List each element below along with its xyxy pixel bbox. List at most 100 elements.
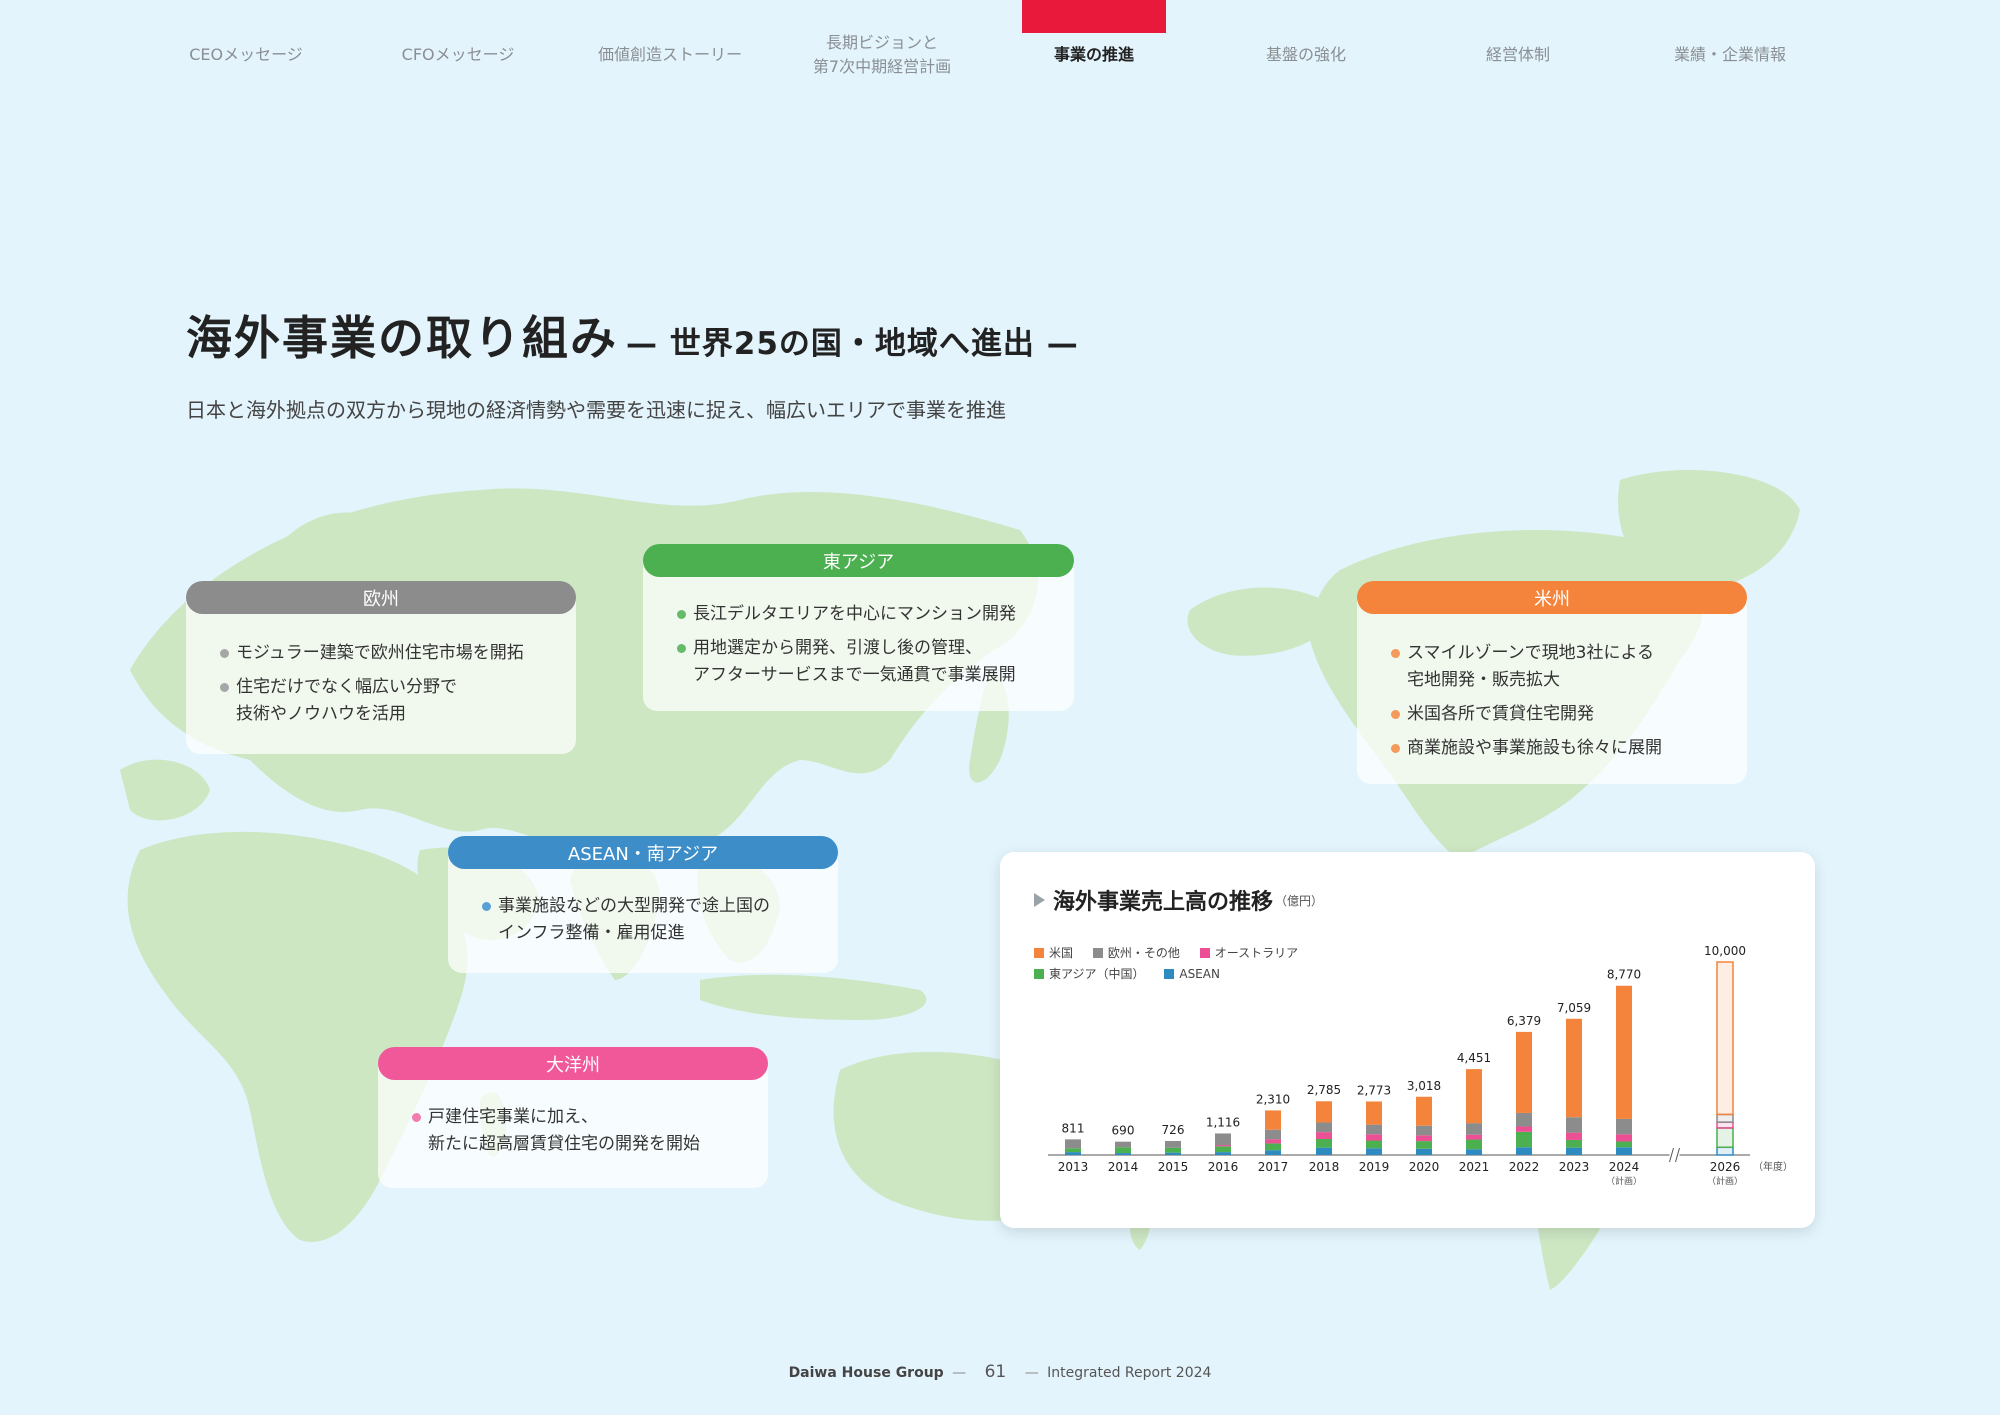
region-card-east-asia-title: 東アジア (643, 544, 1074, 577)
bar-segment (1566, 1117, 1582, 1133)
region-card-usa-title: 米州 (1357, 581, 1747, 614)
bar-segment (1165, 1147, 1181, 1153)
region-bullet-text: 用地選定から開発、引渡し後の管理、 アフターサービスまで一気通貫で事業展開 (693, 638, 1016, 685)
bar-segment (1115, 1153, 1131, 1155)
region-bullet: スマイルゾーンで現地3社による 宅地開発・販売拡大 (1391, 640, 1717, 694)
bar-segment (1316, 1122, 1332, 1133)
bar-total-label: 2,785 (1307, 1083, 1341, 1097)
footer-separator: — (952, 1365, 967, 1381)
bar-segment (1316, 1138, 1332, 1148)
bar-segment (1716, 1113, 1734, 1123)
bar-segment (1215, 1145, 1231, 1147)
bullet-dot-icon (220, 683, 229, 692)
nav-item-long-term-vision[interactable]: 長期ビジョンと 第7次中期経営計画 (776, 0, 988, 110)
region-card-usa: 米州 スマイルゾーンで現地3社による 宅地開発・販売拡大 米国各所で賃貸住宅開発… (1357, 581, 1747, 784)
x-tick-label: 2016 (1208, 1160, 1239, 1174)
nav-item-ceo-message[interactable]: CEOメッセージ (140, 0, 352, 110)
bar-segment (1316, 1147, 1332, 1155)
bar-total-label: 7,059 (1557, 1001, 1591, 1015)
bar-segment (1366, 1124, 1382, 1135)
x-tick-note: （計画） (1606, 1175, 1642, 1187)
bar-total-label: 4,451 (1457, 1051, 1491, 1065)
bar-segment (1416, 1141, 1432, 1149)
region-card-asean-title: ASEAN・南アジア (448, 836, 838, 869)
region-bullet-text: 米国各所で賃貸住宅開発 (1407, 704, 1594, 724)
region-card-asean-body: 事業施設などの大型開発で途上国の インフラ整備・雇用促進 (448, 853, 838, 973)
nav-item-cfo-message[interactable]: CFOメッセージ (352, 0, 564, 110)
x-axis-label: （年度） (1753, 1160, 1793, 1173)
footer-page-number: 61 (984, 1362, 1007, 1382)
footer-report-name: Integrated Report 2024 (1047, 1365, 1212, 1381)
region-bullet: 長江デルタエリアを中心にマンション開発 (677, 601, 1044, 628)
bar-segment (1616, 1141, 1632, 1148)
region-card-europe-title: 欧州 (186, 581, 576, 614)
bar-total-label: 3,018 (1407, 1079, 1441, 1093)
bar-segment (1265, 1129, 1281, 1140)
region-bullet: 商業施設や事業施設も徐々に展開 (1391, 735, 1717, 762)
bar-segment (1265, 1143, 1281, 1151)
nav-item-label: 事業の推進 (1053, 45, 1134, 64)
bar-segment (1716, 1121, 1734, 1129)
bar-segment (1416, 1135, 1432, 1142)
x-tick-label: 2020 (1409, 1160, 1440, 1174)
region-bullet: 米国各所で賃貸住宅開発 (1391, 701, 1717, 728)
bullet-dot-icon (677, 644, 686, 653)
bar-segment (1516, 1147, 1532, 1155)
bar-total-label: 811 (1062, 1121, 1085, 1135)
region-bullet-text: 戸建住宅事業に加え、 新たに超高層賃貸住宅の開発を開始 (428, 1107, 700, 1154)
nav-active-marker (1022, 0, 1166, 33)
region-bullet-text: スマイルゾーンで現地3社による 宅地開発・販売拡大 (1407, 643, 1654, 690)
bar-segment (1115, 1147, 1131, 1154)
bar-total-label: 2,773 (1357, 1083, 1391, 1097)
nav-item-performance-info[interactable]: 業績・企業情報 (1624, 0, 1836, 110)
page-title-main: 海外事業の取り組み (186, 311, 618, 365)
bar-total-label: 6,379 (1507, 1014, 1541, 1028)
bar-total-label: 1,116 (1206, 1115, 1240, 1129)
bar-segment (1366, 1148, 1382, 1155)
region-bullet: 戸建住宅事業に加え、 新たに超高層賃貸住宅の開発を開始 (412, 1104, 738, 1158)
nav-item-foundation[interactable]: 基盤の強化 (1200, 0, 1412, 110)
x-tick-label: 2018 (1309, 1160, 1340, 1174)
region-card-oceania-body: 戸建住宅事業に加え、 新たに超高層賃貸住宅の開発を開始 (378, 1064, 768, 1188)
bar-segment (1065, 1148, 1081, 1153)
bar-total-label: 2,310 (1256, 1092, 1290, 1106)
region-card-east-asia-body: 長江デルタエリアを中心にマンション開発 用地選定から開発、引渡し後の管理、 アフ… (643, 561, 1074, 711)
region-bullet-text: モジュラー建築で欧州住宅市場を開拓 (236, 643, 524, 663)
region-bullet: 事業施設などの大型開発で途上国の インフラ整備・雇用促進 (482, 893, 808, 947)
bar-segment (1516, 1112, 1532, 1127)
x-tick-label: 2024 (1609, 1160, 1640, 1174)
x-tick-note: （計画） (1707, 1175, 1743, 1187)
bar-segment (1466, 1069, 1482, 1124)
region-card-oceania: 大洋州 戸建住宅事業に加え、 新たに超高層賃貸住宅の開発を開始 (378, 1047, 768, 1188)
bullet-dot-icon (677, 610, 686, 619)
bar-segment (1466, 1123, 1482, 1135)
x-tick-label: 2021 (1459, 1160, 1490, 1174)
nav-item-business-promotion[interactable]: 事業の推進 (988, 0, 1200, 110)
page-title: 海外事業の取り組み — 世界25の国・地域へ進出 — (186, 302, 1079, 368)
footer-brand: Daiwa House Group (788, 1365, 944, 1381)
bar-total-label: 690 (1112, 1124, 1135, 1138)
bar-segment (1466, 1139, 1482, 1150)
region-bullet-text: 事業施設などの大型開発で途上国の インフラ整備・雇用促進 (498, 896, 770, 943)
bar-segment (1566, 1018, 1582, 1118)
bullet-dot-icon (220, 649, 229, 658)
bar-segment (1366, 1134, 1382, 1141)
bar-segment (1416, 1148, 1432, 1155)
bullet-dot-icon (1391, 710, 1400, 719)
bar-segment (1366, 1140, 1382, 1149)
bar-segment (1566, 1132, 1582, 1140)
region-bullet: モジュラー建築で欧州住宅市場を開拓 (220, 640, 546, 667)
nav-item-value-creation[interactable]: 価値創造ストーリー (564, 0, 776, 110)
bar-segment (1566, 1139, 1582, 1148)
bar-segment (1716, 961, 1734, 1116)
page-title-subtitle: — 世界25の国・地域へ進出 — (626, 326, 1079, 362)
nav-item-governance[interactable]: 経営体制 (1412, 0, 1624, 110)
region-card-europe-body: モジュラー建築で欧州住宅市場を開拓 住宅だけでなく幅広い分野で 技術やノウハウを… (186, 598, 576, 754)
bar-segment (1416, 1125, 1432, 1136)
bar-segment (1466, 1149, 1482, 1155)
bullet-dot-icon (482, 902, 491, 911)
page-footer: Daiwa House Group — 61 — Integrated Repo… (0, 1362, 2000, 1382)
bar-segment (1516, 1031, 1532, 1113)
x-tick-label: 2017 (1258, 1160, 1289, 1174)
bar-segment (1316, 1101, 1332, 1123)
